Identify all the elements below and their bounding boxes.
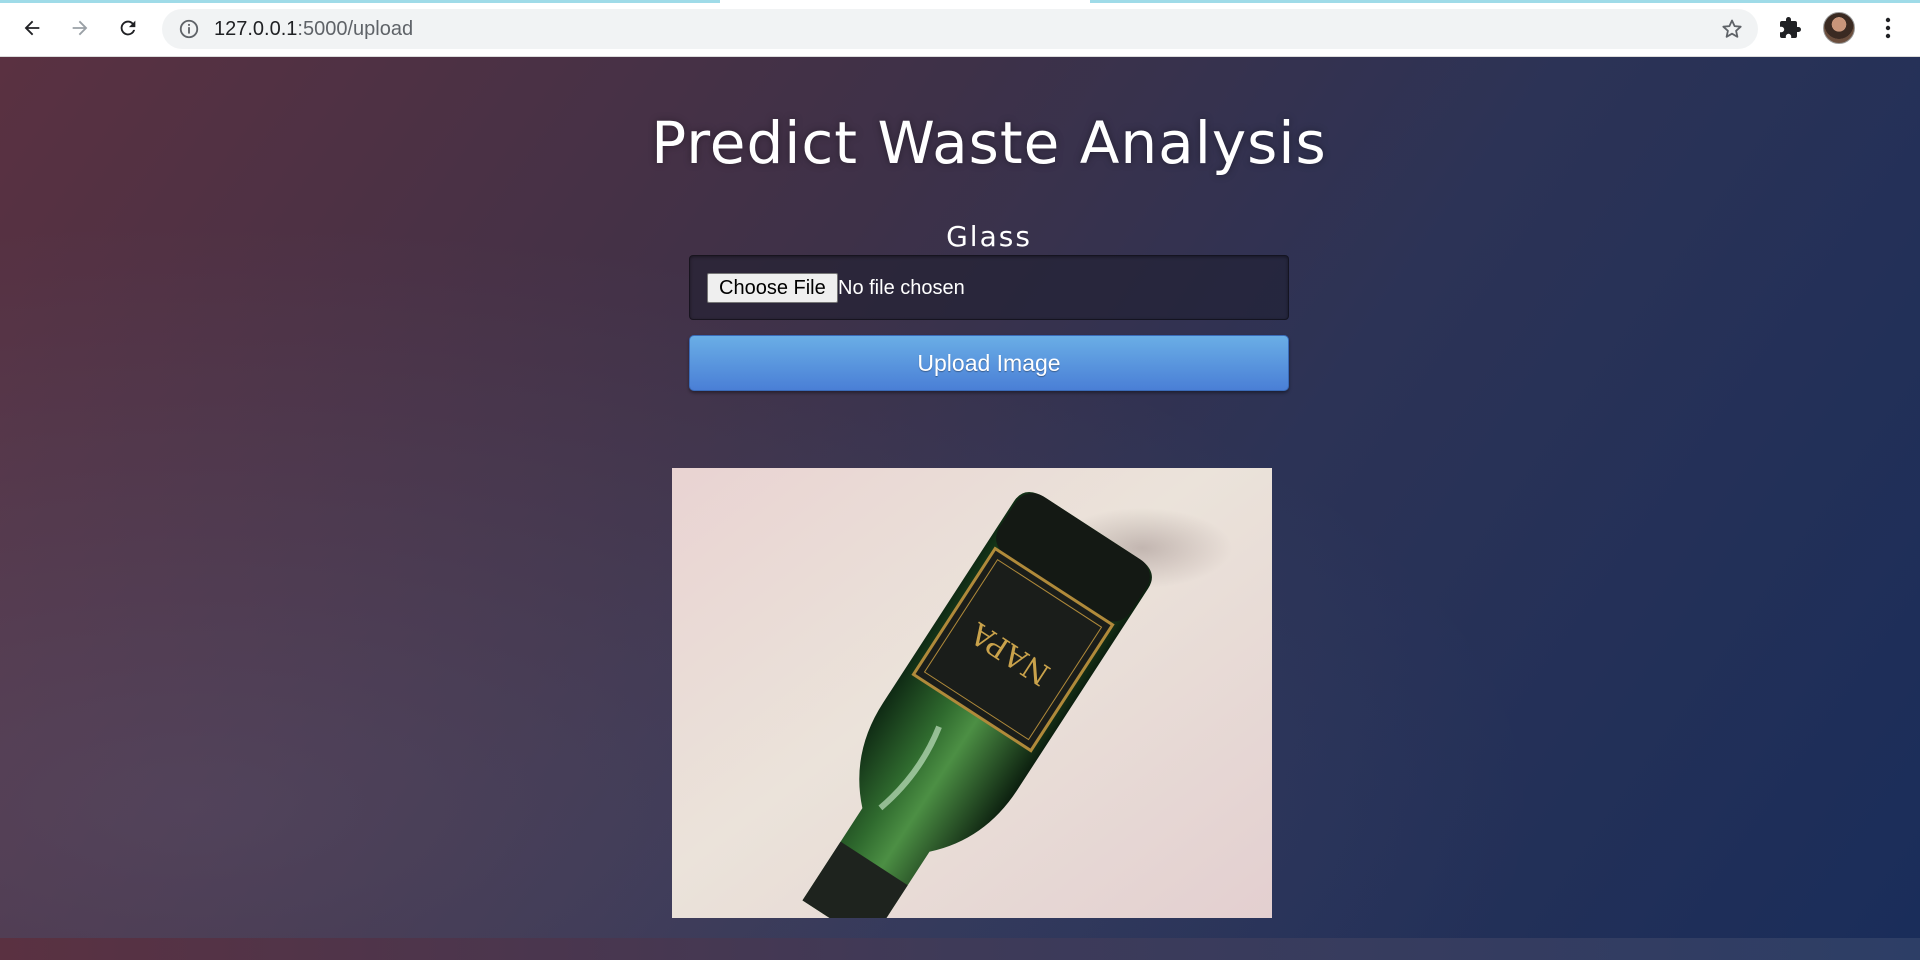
profile-avatar[interactable]: [1823, 12, 1855, 44]
url-text[interactable]: 127.0.0.1:5000/upload: [214, 18, 413, 41]
uploaded-image-preview: NAPA: [672, 468, 1272, 918]
page-title: Predict Waste Analysis: [651, 109, 1327, 177]
file-input[interactable]: Choose File No file chosen: [689, 255, 1289, 320]
url-path: :5000/upload: [297, 18, 414, 40]
star-icon[interactable]: [1720, 17, 1744, 41]
tab-strip-edge: [0, 0, 720, 3]
browser-toolbar: 127.0.0.1:5000/upload: [0, 0, 1920, 57]
choose-file-button[interactable]: Choose File: [707, 273, 838, 303]
tab-strip-edge: [1090, 0, 1920, 3]
file-status-text: No file chosen: [838, 277, 965, 299]
info-icon[interactable]: [178, 18, 200, 40]
page-content: Predict Waste Analysis Glass Choose File…: [0, 57, 1920, 938]
reload-button[interactable]: [110, 10, 146, 46]
back-arrow-icon: [24, 20, 40, 36]
forward-arrow-icon: [72, 20, 88, 36]
upload-image-button[interactable]: Upload Image: [689, 335, 1289, 391]
url-host: 127.0.0.1: [214, 18, 298, 40]
forward-button[interactable]: [62, 10, 98, 46]
address-bar[interactable]: 127.0.0.1:5000/upload: [162, 9, 1758, 49]
back-button[interactable]: [14, 10, 50, 46]
puzzle-icon[interactable]: [1778, 16, 1802, 40]
kebab-menu-icon[interactable]: [1876, 14, 1900, 42]
reload-icon: [120, 20, 136, 36]
prediction-result: Glass: [946, 220, 1032, 253]
bottle-photo: NAPA: [672, 468, 1272, 918]
page-footer-strip: [0, 938, 1920, 960]
